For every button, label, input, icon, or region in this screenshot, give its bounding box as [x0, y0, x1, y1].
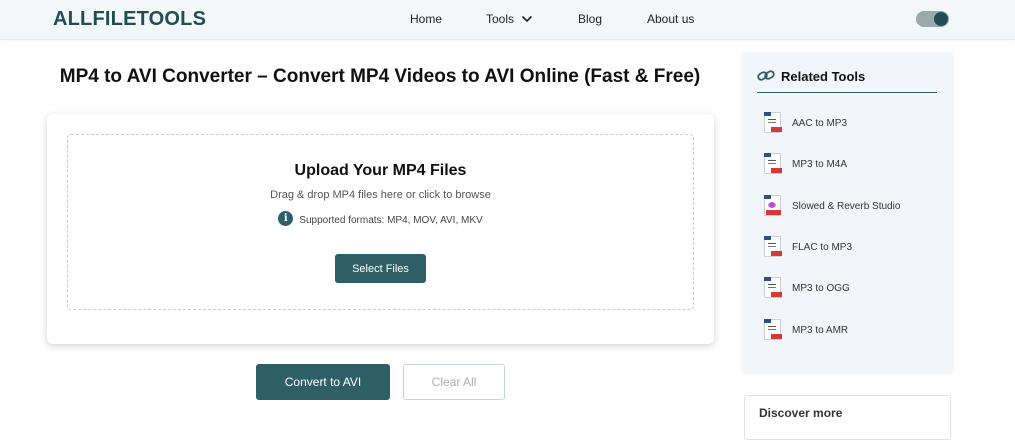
audio-file-icon — [762, 235, 784, 259]
convert-button[interactable]: Convert to AVI — [256, 364, 390, 400]
audio-file-icon — [762, 318, 784, 342]
related-tool-label: MP3 to M4A — [792, 158, 848, 170]
select-files-button[interactable]: Select Files — [335, 254, 426, 283]
audio-file-icon — [762, 276, 784, 300]
supported-formats: i Supported formats: MP4, MOV, AVI, MKV — [68, 211, 693, 226]
related-tool-label: FLAC to MP3 — [792, 241, 853, 253]
theme-toggle[interactable] — [916, 11, 949, 27]
link-icon — [757, 70, 775, 81]
audio-file-icon — [762, 111, 784, 135]
page-title: MP4 to AVI Converter – Convert MP4 Video… — [59, 66, 701, 87]
toggle-knob — [934, 12, 948, 26]
info-icon: i — [278, 211, 294, 226]
related-tools-title: Related Tools — [781, 69, 866, 84]
discover-more-panel: Discover more — [744, 395, 951, 440]
discover-more-title: Discover more — [759, 406, 843, 420]
site-logo[interactable]: ALLFILETOOLS — [53, 8, 206, 31]
nav-home[interactable]: Home — [410, 12, 442, 26]
related-tools-header: Related Tools — [757, 69, 937, 93]
upload-title: Upload Your MP4 Files — [294, 162, 467, 179]
chevron-down-icon — [522, 16, 532, 23]
upload-card: Upload Your MP4 Files Drag & drop MP4 fi… — [47, 114, 714, 344]
upload-subtitle: Drag & drop MP4 files here or click to b… — [270, 189, 491, 201]
related-tool-slowed-reverb[interactable]: Slowed & Reverb Studio — [762, 193, 942, 219]
supported-formats-text: Supported formats: MP4, MOV, AVI, MKV — [299, 215, 483, 226]
related-tool-label: AAC to MP3 — [792, 117, 848, 129]
related-tool-label: MP3 to OGG — [792, 282, 850, 294]
dropzone[interactable]: Upload Your MP4 Files Drag & drop MP4 fi… — [67, 134, 694, 310]
related-tool-mp3-to-ogg[interactable]: MP3 to OGG — [762, 275, 942, 301]
related-tool-flac-to-mp3[interactable]: FLAC to MP3 — [762, 234, 942, 260]
related-tool-label: MP3 to AMR — [792, 324, 849, 336]
related-tool-mp3-to-amr[interactable]: MP3 to AMR — [762, 317, 942, 343]
related-tools-panel: Related Tools AAC to MP3 MP3 to M4A Slow… — [742, 52, 953, 372]
nav-tools[interactable]: Tools — [486, 12, 534, 26]
audio-file-icon — [762, 152, 784, 176]
nav-about[interactable]: About us — [647, 12, 694, 26]
clear-all-button[interactable]: Clear All — [403, 364, 505, 400]
related-tool-label: Slowed & Reverb Studio — [792, 200, 901, 212]
reverb-file-icon — [762, 194, 784, 218]
nav-blog[interactable]: Blog — [578, 12, 602, 26]
site-header: ALLFILETOOLS Home Tools Blog About us — [0, 0, 1015, 40]
nav-tools-label: Tools — [486, 12, 515, 26]
related-tool-aac-to-mp3[interactable]: AAC to MP3 — [762, 110, 942, 136]
related-tool-mp3-to-m4a[interactable]: MP3 to M4A — [762, 151, 942, 177]
